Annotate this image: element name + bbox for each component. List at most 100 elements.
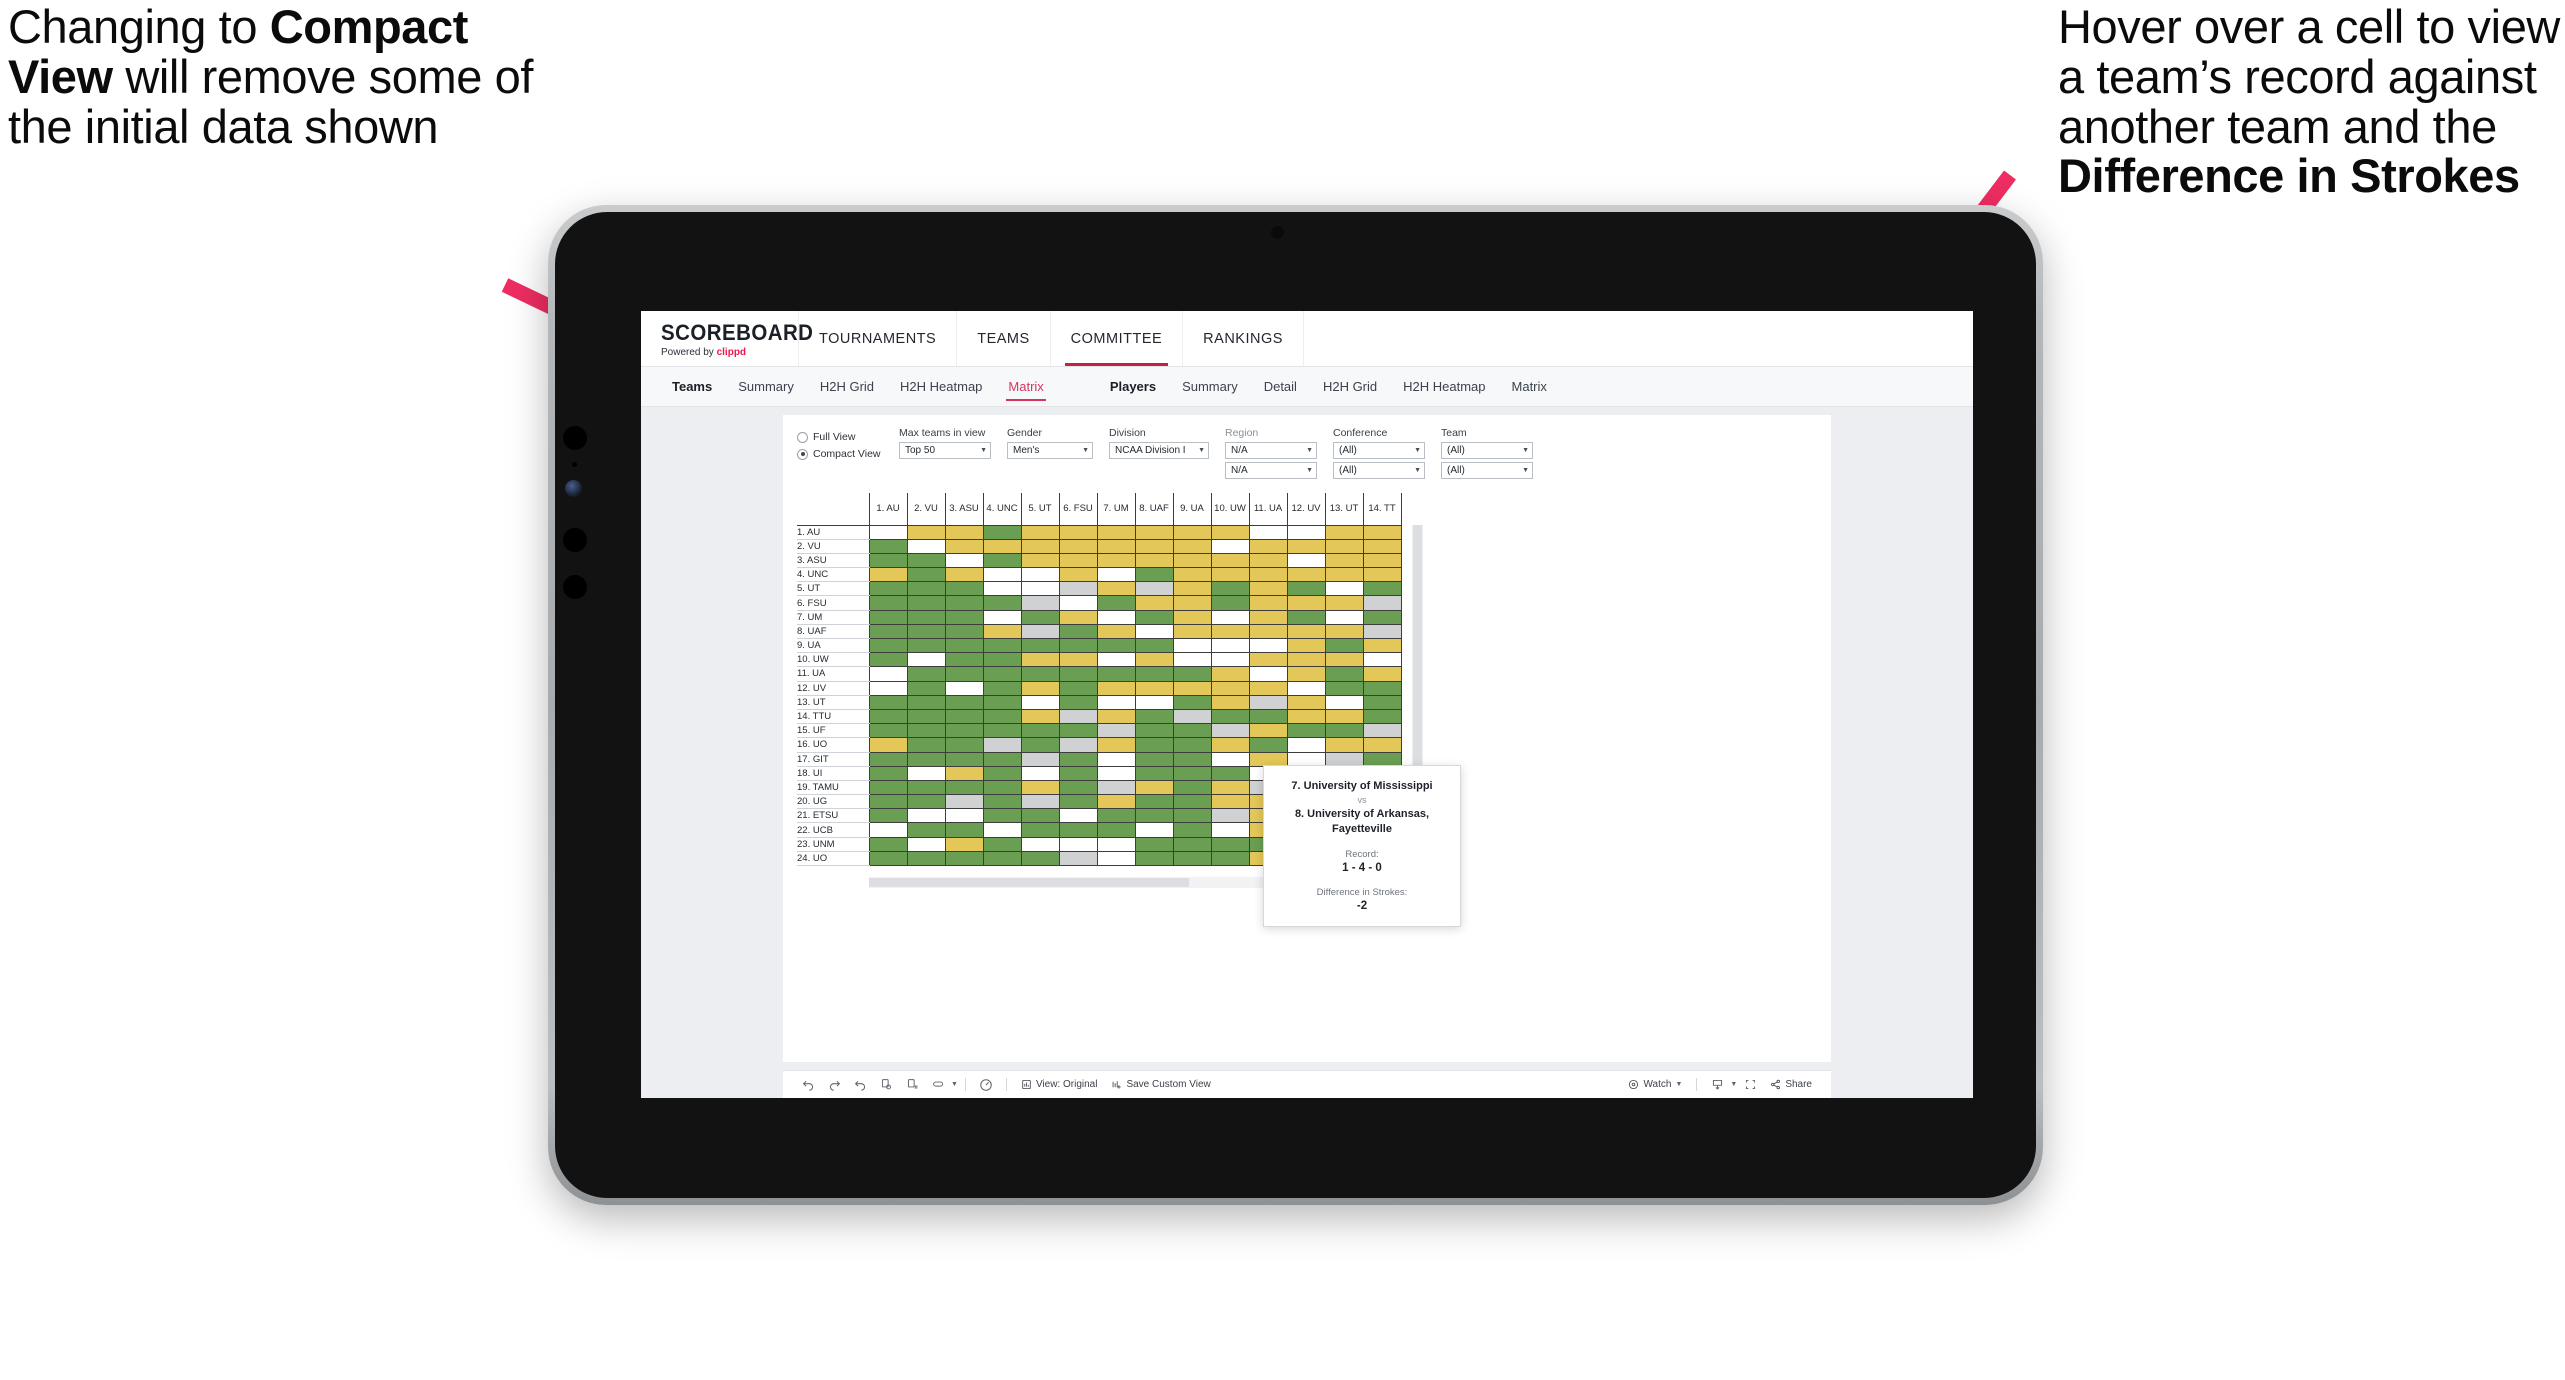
matrix-cell[interactable]	[1134, 567, 1173, 583]
matrix-cell[interactable]	[1096, 723, 1135, 739]
matrix-cell[interactable]	[1096, 595, 1135, 611]
matrix-cell[interactable]	[944, 737, 983, 753]
matrix-cell[interactable]	[1020, 624, 1059, 640]
matrix-cell[interactable]	[1134, 610, 1173, 625]
matrix-row-header[interactable]: 7. UM	[797, 610, 869, 625]
matrix-cell[interactable]	[1134, 794, 1173, 810]
matrix-col-header[interactable]: 4. UNC	[982, 493, 1021, 526]
matrix-cell[interactable]	[1096, 525, 1135, 540]
matrix-cell[interactable]	[868, 780, 907, 796]
matrix-cell[interactable]	[1324, 624, 1363, 640]
pause-icon[interactable]	[973, 1072, 999, 1098]
matrix-cell[interactable]	[982, 737, 1021, 753]
matrix-row-header[interactable]: 22. UCB	[797, 822, 869, 838]
vertical-scroll-thumb[interactable]	[1413, 525, 1422, 795]
matrix-cell[interactable]	[1210, 780, 1249, 796]
matrix-cell[interactable]	[1210, 766, 1249, 781]
matrix-cell[interactable]	[1286, 539, 1325, 554]
matrix-cell[interactable]	[906, 851, 945, 867]
matrix-cell[interactable]	[1324, 695, 1363, 710]
matrix-col-header[interactable]: 2. VU	[906, 493, 945, 526]
matrix-cell[interactable]	[1134, 525, 1173, 540]
filter-max-teams-select[interactable]: Top 50 ▼	[899, 442, 991, 459]
subnav-item-teams-matrix[interactable]: Matrix	[995, 367, 1056, 407]
matrix-cell[interactable]	[1134, 624, 1173, 640]
matrix-cell[interactable]	[1058, 525, 1097, 540]
matrix-cell[interactable]	[868, 681, 907, 696]
matrix-cell[interactable]	[1324, 709, 1363, 725]
matrix-cell[interactable]	[1134, 595, 1173, 611]
matrix-cell[interactable]	[1134, 766, 1173, 781]
matrix-cell[interactable]	[1210, 808, 1249, 824]
matrix-cell[interactable]	[1362, 525, 1402, 540]
matrix-cell[interactable]	[868, 822, 907, 838]
matrix-row-header[interactable]: 1. AU	[797, 525, 869, 540]
matrix-cell[interactable]	[1096, 808, 1135, 824]
matrix-cell[interactable]	[1096, 766, 1135, 781]
matrix-cell[interactable]	[1286, 567, 1325, 583]
matrix-cell[interactable]	[1210, 695, 1249, 710]
matrix-cell[interactable]	[982, 822, 1021, 838]
matrix-cell[interactable]	[1248, 525, 1287, 540]
matrix-cell[interactable]	[1172, 737, 1211, 753]
matrix-cell[interactable]	[1058, 681, 1097, 696]
revert-icon[interactable]	[847, 1072, 873, 1098]
filter-gender-select[interactable]: Men's ▼	[1007, 442, 1093, 459]
matrix-row-header[interactable]: 10. UW	[797, 652, 869, 668]
matrix-cell[interactable]	[1172, 808, 1211, 824]
matrix-cell[interactable]	[1248, 723, 1287, 739]
matrix-cell[interactable]	[982, 666, 1021, 682]
matrix-cell[interactable]	[1210, 638, 1249, 654]
matrix-cell[interactable]	[868, 581, 907, 597]
matrix-cell[interactable]	[1172, 666, 1211, 682]
matrix-cell[interactable]	[982, 581, 1021, 597]
matrix-cell[interactable]	[1020, 595, 1059, 611]
matrix-cell[interactable]	[906, 567, 945, 583]
matrix-cell[interactable]	[1134, 780, 1173, 796]
matrix-cell[interactable]	[1058, 780, 1097, 796]
matrix-cell[interactable]	[906, 595, 945, 611]
matrix-col-header[interactable]: 13. UT	[1324, 493, 1363, 526]
matrix-cell[interactable]	[1096, 737, 1135, 753]
matrix-cell[interactable]	[1096, 624, 1135, 640]
view-mode-radio-group[interactable]: Full View Compact View	[797, 427, 883, 460]
brand-logo[interactable]: SCOREBOARD Powered by clippd	[641, 311, 813, 366]
download-chevron-down-icon[interactable]: ▼	[1730, 1081, 1737, 1088]
matrix-cell[interactable]	[1248, 595, 1287, 611]
matrix-cell[interactable]	[1172, 723, 1211, 739]
matrix-cell[interactable]	[1172, 652, 1211, 668]
matrix-cell[interactable]	[1058, 553, 1097, 569]
matrix-row-header[interactable]: 23. UNM	[797, 837, 869, 852]
matrix-cell[interactable]	[982, 681, 1021, 696]
matrix-cell[interactable]	[982, 539, 1021, 554]
matrix-cell[interactable]	[1210, 822, 1249, 838]
watch-chevron-down-icon[interactable]: ▼	[1675, 1081, 1682, 1088]
matrix-cell[interactable]	[982, 808, 1021, 824]
matrix-cell[interactable]	[1210, 737, 1249, 753]
matrix-cell[interactable]	[1210, 525, 1249, 540]
matrix-cell[interactable]	[1058, 652, 1097, 668]
matrix-cell[interactable]	[1134, 851, 1173, 867]
subnav-item-players-summary[interactable]: Summary	[1169, 367, 1251, 407]
topnav-item-committee[interactable]: COMMITTEE	[1051, 311, 1184, 366]
matrix-cell[interactable]	[906, 652, 945, 668]
matrix-cell[interactable]	[1058, 709, 1097, 725]
matrix-cell[interactable]	[1286, 624, 1325, 640]
matrix-cell[interactable]	[868, 837, 907, 852]
matrix-cell[interactable]	[1020, 766, 1059, 781]
matrix-cell[interactable]	[944, 567, 983, 583]
matrix-cell[interactable]	[1210, 652, 1249, 668]
matrix-cell[interactable]	[1020, 638, 1059, 654]
matrix-cell[interactable]	[1286, 695, 1325, 710]
matrix-cell[interactable]	[1172, 610, 1211, 625]
matrix-cell[interactable]	[1134, 553, 1173, 569]
matrix-cell[interactable]	[1096, 822, 1135, 838]
matrix-col-header[interactable]: 12. UV	[1286, 493, 1325, 526]
matrix-cell[interactable]	[982, 553, 1021, 569]
matrix-cell[interactable]	[868, 652, 907, 668]
matrix-cell[interactable]	[944, 780, 983, 796]
matrix-cell[interactable]	[868, 595, 907, 611]
matrix-cell[interactable]	[868, 851, 907, 867]
matrix-cell[interactable]	[1172, 553, 1211, 569]
matrix-cell[interactable]	[1210, 553, 1249, 569]
